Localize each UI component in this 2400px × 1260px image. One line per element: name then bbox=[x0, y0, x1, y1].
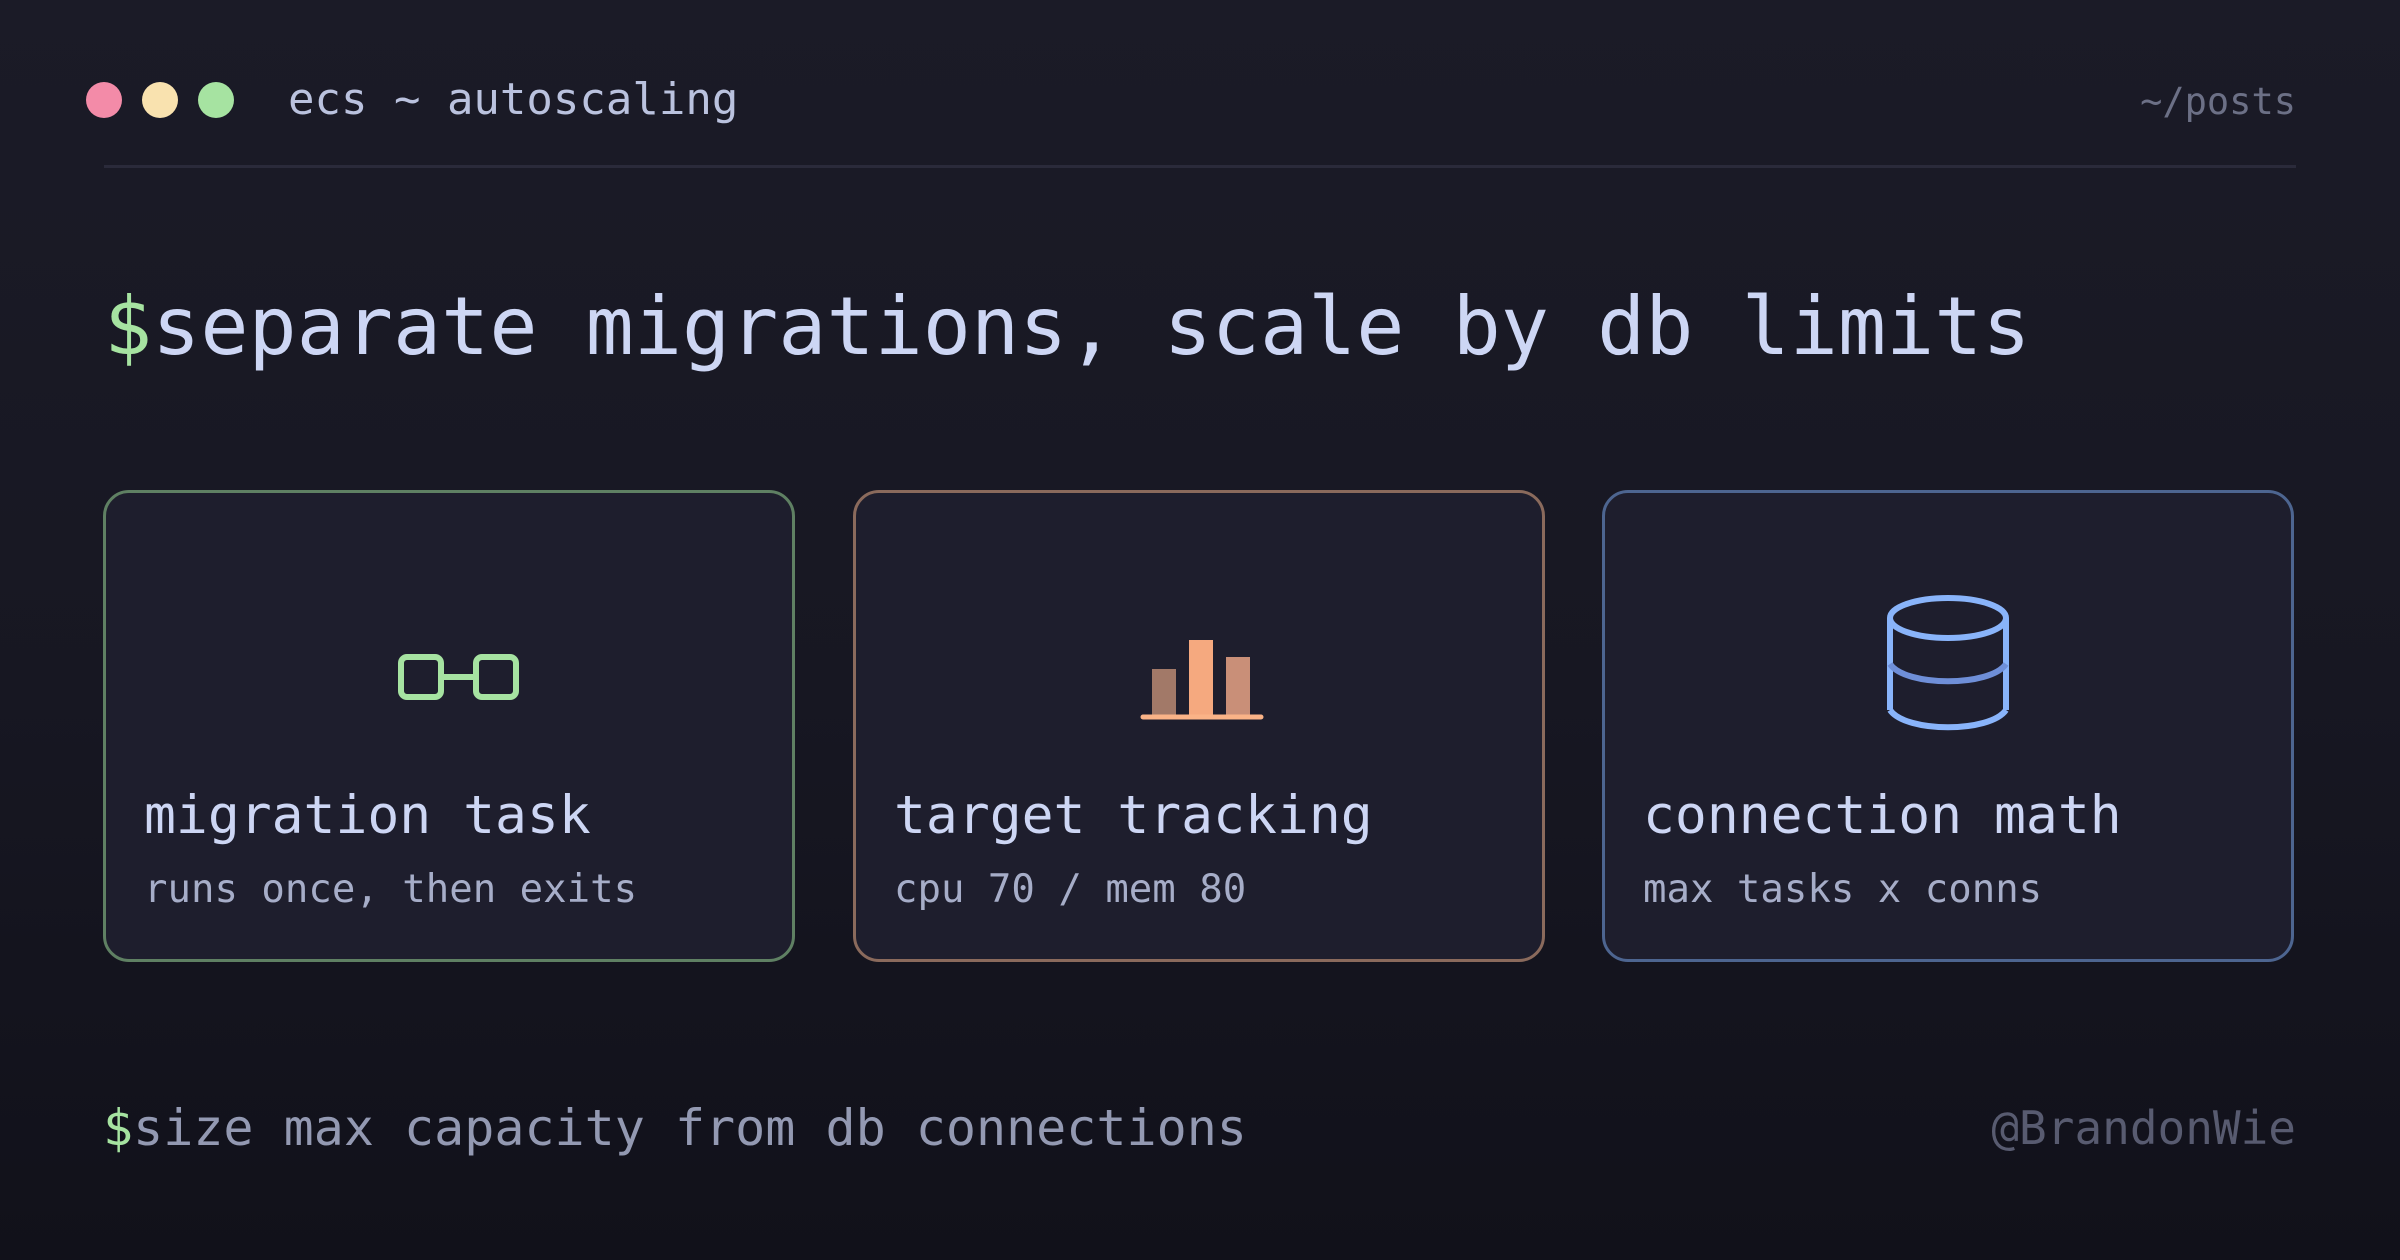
headline-prompt: $ bbox=[104, 280, 153, 373]
target-tracking-title: target tracking bbox=[894, 785, 1373, 846]
posts-link[interactable]: ~/posts bbox=[2140, 76, 2296, 128]
target-tracking-card: target tracking cpu 70 / mem 80 bbox=[853, 490, 1545, 962]
close-window-button[interactable] bbox=[86, 82, 122, 118]
linked-task-icon bbox=[398, 654, 519, 700]
author-handle[interactable]: @BrandonWie bbox=[1991, 1098, 2296, 1158]
connection-math-subtitle: max tasks x conns bbox=[1643, 867, 2043, 912]
bar-chart-icon bbox=[1140, 640, 1264, 720]
migration-task-title: migration task bbox=[144, 785, 591, 846]
page-title: $separate migrations, scale by db limits bbox=[104, 272, 2031, 382]
window-header: ecs ~ autoscaling ~/posts bbox=[86, 72, 2296, 128]
footer-prompt: $ bbox=[103, 1099, 134, 1157]
window-title: ecs ~ autoscaling bbox=[288, 74, 739, 125]
header-divider bbox=[104, 165, 2296, 168]
footer-command-text: size max capacity from db connections bbox=[133, 1099, 1247, 1157]
migration-task-card: migration task runs once, then exits bbox=[103, 490, 795, 962]
connection-math-title: connection math bbox=[1643, 785, 2122, 846]
footer-command: $size max capacity from db connections bbox=[103, 1096, 1247, 1160]
database-icon bbox=[1887, 595, 2009, 731]
connection-math-card: connection math max tasks x conns bbox=[1602, 490, 2294, 962]
headline-text: separate migrations, scale by db limits bbox=[152, 280, 2031, 373]
target-tracking-subtitle: cpu 70 / mem 80 bbox=[894, 867, 1247, 912]
migration-task-subtitle: runs once, then exits bbox=[144, 867, 638, 912]
feature-cards: migration task runs once, then exits tar… bbox=[103, 490, 2298, 968]
maximize-window-button[interactable] bbox=[198, 82, 234, 118]
minimize-window-button[interactable] bbox=[142, 82, 178, 118]
